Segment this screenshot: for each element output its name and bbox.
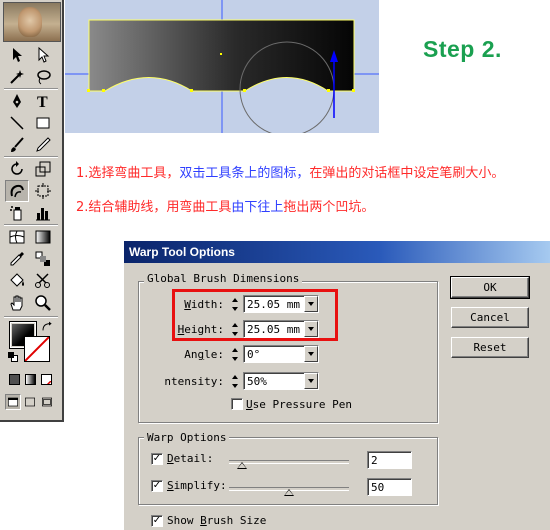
- show-brush-size-checkbox[interactable]: ✓: [151, 515, 163, 527]
- warp-tool-options-dialog: Warp Tool Options Global Brush Dimension…: [123, 240, 550, 530]
- default-fill-stroke-icon[interactable]: [8, 352, 18, 362]
- direct-selection-tool-icon[interactable]: [31, 44, 55, 66]
- selection-tool-icon[interactable]: [5, 44, 29, 66]
- instruction-line-2: 2.结合辅助线，用弯曲工具由下往上拖出两个凹坑。: [76, 196, 374, 215]
- instruction-text: 2.结合辅助线，用弯曲工具: [76, 200, 232, 215]
- simplify-label: Simplify:: [167, 479, 227, 492]
- angle-label: Angle:: [184, 348, 224, 361]
- scissors-tool-icon[interactable]: [31, 270, 55, 292]
- detail-field[interactable]: 2: [367, 451, 412, 469]
- paintbrush-tool-icon[interactable]: [5, 134, 29, 156]
- gradient-tool-icon[interactable]: [31, 226, 55, 248]
- show-brush-size-label: Show Brush Size: [167, 514, 267, 527]
- color-mode-icon[interactable]: [9, 374, 20, 385]
- instruction-line-1: 1.选择弯曲工具，双击工具条上的图标，在弹出的对话框中设定笔刷大小。: [76, 162, 504, 181]
- simplify-slider-thumb[interactable]: [284, 489, 294, 496]
- warp-tool-icon[interactable]: [5, 180, 29, 202]
- artboard-canvas[interactable]: [65, 0, 379, 137]
- cancel-button[interactable]: Cancel: [451, 307, 529, 328]
- group-title: Warp Options: [144, 431, 230, 444]
- zoom-tool-icon[interactable]: [31, 292, 55, 314]
- angle-dropdown-button[interactable]: [304, 346, 318, 362]
- full-screen-menu-mode-icon[interactable]: [22, 394, 38, 410]
- detail-slider-thumb[interactable]: [237, 462, 247, 469]
- simplify-field[interactable]: 50: [367, 478, 412, 496]
- rotate-tool-icon[interactable]: [5, 158, 29, 180]
- line-segment-tool-icon[interactable]: [5, 112, 29, 134]
- toolbox-header-image: [3, 2, 61, 42]
- reset-button[interactable]: Reset: [451, 337, 529, 358]
- svg-text:T: T: [37, 94, 48, 110]
- dialog-title: Warp Tool Options: [129, 245, 235, 259]
- swap-fill-stroke-icon[interactable]: [40, 320, 54, 334]
- use-pressure-pen-checkbox[interactable]: [231, 398, 243, 410]
- detail-slider-track[interactable]: [229, 460, 349, 464]
- intensity-dropdown-button[interactable]: [304, 373, 318, 389]
- ok-button[interactable]: OK: [450, 276, 530, 299]
- use-pressure-pen-label: Use Pressure Pen: [246, 398, 352, 411]
- type-tool-icon[interactable]: T: [31, 90, 55, 112]
- column-graph-tool-icon[interactable]: [31, 202, 55, 224]
- symbol-sprayer-tool-icon[interactable]: [5, 202, 29, 224]
- toolbox-panel: T: [0, 0, 64, 422]
- warp-shape-illustration: [65, 0, 379, 137]
- dark-rectangle-shape: [88, 19, 355, 92]
- step-title: Step 2.: [423, 36, 502, 62]
- none-mode-icon[interactable]: [41, 374, 52, 385]
- rectangle-tool-icon[interactable]: [31, 112, 55, 134]
- instruction-text: 拖出两个凹坑。: [283, 200, 375, 215]
- group-title: Global Brush Dimensions: [144, 272, 303, 285]
- pen-tool-icon[interactable]: [5, 90, 29, 112]
- eyedropper-tool-icon[interactable]: [5, 248, 29, 270]
- standard-screen-mode-icon[interactable]: [5, 394, 21, 410]
- full-screen-mode-icon[interactable]: [39, 394, 55, 410]
- detail-checkbox[interactable]: ✓: [151, 453, 163, 465]
- simplify-checkbox[interactable]: ✓: [151, 480, 163, 492]
- hand-tool-icon[interactable]: [5, 292, 29, 314]
- lasso-tool-icon[interactable]: [31, 66, 55, 88]
- live-paint-bucket-tool-icon[interactable]: [5, 270, 29, 292]
- instruction-text: 由下往上: [231, 200, 284, 215]
- gradient-mode-icon[interactable]: [25, 374, 36, 385]
- scale-tool-icon[interactable]: [31, 158, 55, 180]
- instruction-text: 在弹出的对话框中设定笔刷大小。: [309, 166, 505, 181]
- magic-wand-tool-icon[interactable]: [5, 66, 29, 88]
- free-transform-tool-icon[interactable]: [31, 180, 55, 202]
- stroke-swatch[interactable]: [24, 336, 50, 362]
- mesh-tool-icon[interactable]: [5, 226, 29, 248]
- intensity-spinner[interactable]: [229, 372, 241, 390]
- intensity-label: ntensity:: [164, 375, 224, 388]
- dialog-titlebar[interactable]: Warp Tool Options: [124, 241, 550, 263]
- highlight-box: [172, 289, 338, 341]
- detail-label: Detail:: [167, 452, 214, 465]
- pencil-tool-icon[interactable]: [31, 134, 55, 156]
- blend-tool-icon[interactable]: [31, 248, 55, 270]
- instruction-text: 1.选择弯曲工具，: [76, 166, 180, 181]
- angle-spinner[interactable]: [229, 345, 241, 363]
- instruction-text: 双击工具条上的图标，: [179, 166, 310, 181]
